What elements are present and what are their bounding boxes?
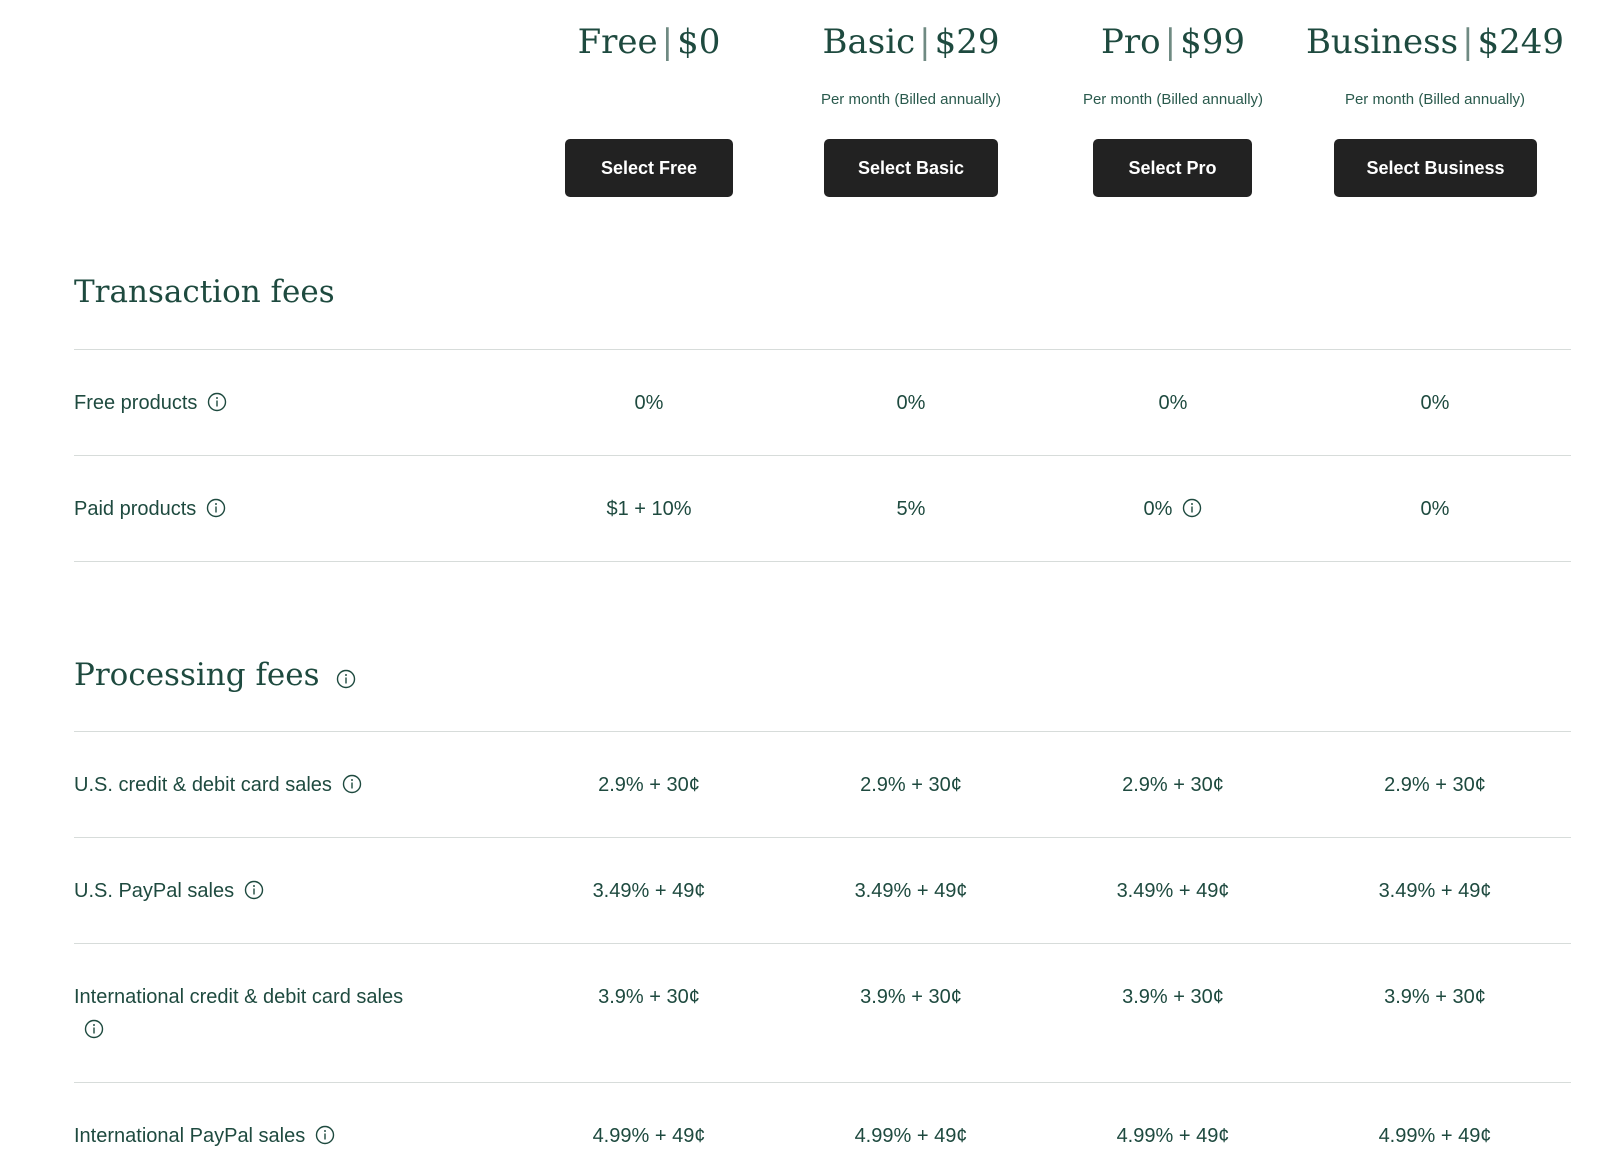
- row-label-free-products: Free products: [74, 387, 414, 420]
- plan-title: Business | $249: [1305, 22, 1565, 62]
- info-icon[interactable]: [1182, 498, 1202, 518]
- plan-billing: Per month (Billed annually): [820, 91, 1002, 108]
- cell-business-us-card: 2.9% + 30¢: [1384, 774, 1486, 796]
- cell-free-intl-paypal: 4.99% + 49¢: [592, 1125, 706, 1147]
- plan-title: Pro | $99: [1101, 22, 1245, 62]
- cell-basic-paid-products: 5%: [896, 498, 926, 520]
- row-label-text: Free products: [74, 392, 198, 414]
- select-business-button[interactable]: Select Business: [1334, 139, 1537, 197]
- row-label-text: U.S. credit & debit card sales: [74, 774, 332, 796]
- row-label-us-card-sales: U.S. credit & debit card sales: [74, 769, 414, 802]
- cell-basic-intl-card: 3.9% + 30¢: [860, 986, 962, 1008]
- cell-value: 0%: [1143, 498, 1173, 520]
- cell-business-intl-card: 3.9% + 30¢: [1384, 986, 1486, 1008]
- row-label-paid-products: Paid products: [74, 493, 414, 526]
- cell-free-paid-products: $1 + 10%: [606, 498, 692, 520]
- cell-business-paid-products: 0%: [1420, 498, 1450, 520]
- cell-business-free-products: 0%: [1420, 392, 1450, 414]
- divider: [74, 837, 1571, 838]
- row-label-intl-paypal-sales: International PayPal sales: [74, 1120, 494, 1153]
- cell-basic-us-card: 2.9% + 30¢: [860, 774, 962, 796]
- divider: [74, 943, 1571, 944]
- divider: [74, 455, 1571, 456]
- info-icon[interactable]: [206, 498, 226, 518]
- cell-pro-intl-paypal: 4.99% + 49¢: [1116, 1125, 1230, 1147]
- info-icon[interactable]: [244, 880, 264, 900]
- cell-free-free-products: 0%: [634, 392, 664, 414]
- info-icon[interactable]: [84, 1019, 104, 1039]
- cell-basic-us-paypal: 3.49% + 49¢: [854, 880, 968, 902]
- info-icon[interactable]: [342, 774, 362, 794]
- divider: [74, 1082, 1571, 1083]
- plan-billing: Per month (Billed annually): [1082, 91, 1264, 108]
- row-label-text: International PayPal sales: [74, 1125, 306, 1147]
- info-icon[interactable]: [207, 392, 227, 412]
- cell-pro-free-products: 0%: [1158, 392, 1188, 414]
- cell-free-us-paypal: 3.49% + 49¢: [592, 880, 706, 902]
- divider: [74, 731, 1571, 732]
- cell-basic-intl-paypal: 4.99% + 49¢: [854, 1125, 968, 1147]
- cell-business-intl-paypal: 4.99% + 49¢: [1378, 1125, 1492, 1147]
- cell-free-intl-card: 3.9% + 30¢: [598, 986, 700, 1008]
- plan-title: Basic | $29: [822, 22, 1000, 62]
- row-label-intl-card-sales: International credit & debit card sales: [74, 981, 414, 1047]
- section-title: Processing fees: [74, 657, 320, 693]
- processing-fees-heading: Processing fees: [74, 655, 356, 695]
- cell-basic-free-products: 0%: [896, 392, 926, 414]
- select-free-button[interactable]: Select Free: [565, 139, 733, 197]
- row-label-us-paypal-sales: U.S. PayPal sales: [74, 875, 414, 908]
- section-title: Transaction fees: [74, 274, 335, 310]
- cell-pro-paid-products: 0%: [1042, 493, 1304, 526]
- divider: [74, 561, 1571, 562]
- select-basic-button[interactable]: Select Basic: [824, 139, 998, 197]
- select-pro-button[interactable]: Select Pro: [1093, 139, 1252, 197]
- info-icon[interactable]: [336, 669, 356, 689]
- info-icon[interactable]: [315, 1125, 335, 1145]
- cell-business-us-paypal: 3.49% + 49¢: [1378, 880, 1492, 902]
- cell-pro-us-card: 2.9% + 30¢: [1122, 774, 1224, 796]
- plan-title: Free | $0: [577, 22, 721, 62]
- row-label-text: International credit & debit card sales: [74, 986, 404, 1008]
- row-label-text: Paid products: [74, 498, 197, 520]
- cell-pro-us-paypal: 3.49% + 49¢: [1116, 880, 1230, 902]
- divider: [74, 349, 1571, 350]
- plan-billing: Per month (Billed annually): [1344, 91, 1526, 108]
- cell-pro-intl-card: 3.9% + 30¢: [1122, 986, 1224, 1008]
- cell-free-us-card: 2.9% + 30¢: [598, 774, 700, 796]
- transaction-fees-heading: Transaction fees: [74, 272, 335, 312]
- row-label-text: U.S. PayPal sales: [74, 880, 235, 902]
